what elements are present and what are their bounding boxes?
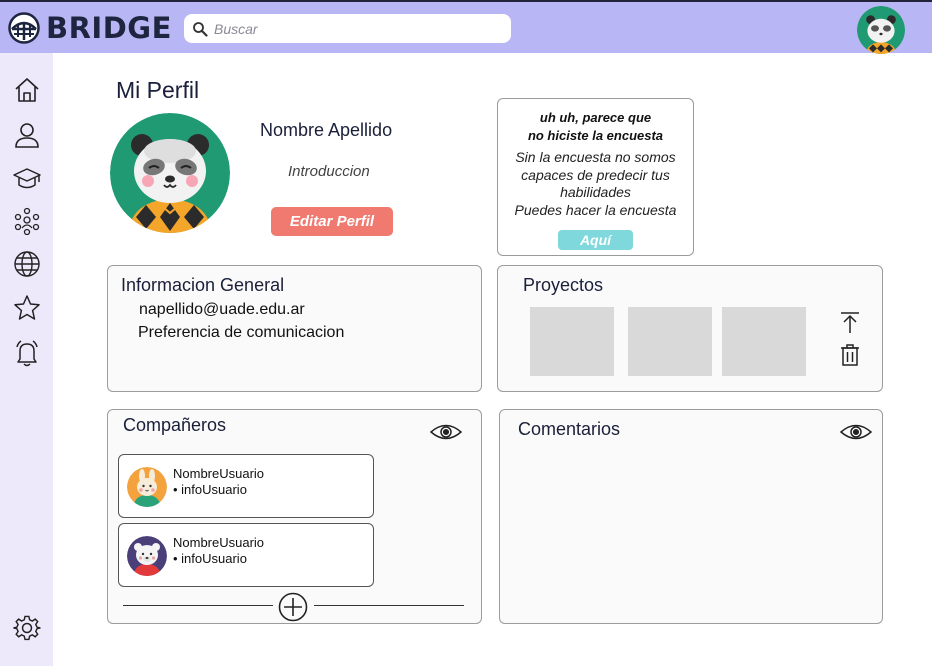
top-bar: BRIDGE (0, 0, 932, 54)
projects-card: Proyectos (497, 265, 883, 392)
survey-body-line3: habilidades (560, 184, 631, 200)
classmate-name: NombreUsuario (173, 466, 265, 481)
eye-icon[interactable] (840, 422, 872, 442)
classmates-card: Compañeros NombreUsuario • infoUsuario N… (107, 409, 482, 624)
trash-icon[interactable] (838, 343, 862, 367)
survey-title-line1: uh uh, parece que (539, 110, 652, 125)
classmate-card[interactable]: NombreUsuario • infoUsuario (118, 523, 374, 587)
profile-intro: Introduccion (288, 163, 370, 180)
add-classmate-button[interactable] (278, 592, 308, 622)
divider-left (123, 605, 273, 606)
people-network-icon (14, 207, 40, 235)
classmates-title: Compañeros (123, 415, 227, 435)
gear-icon (13, 615, 41, 641)
comments-card: Comentarios (499, 409, 883, 624)
communication-preference: Preferencia de comunicacion (138, 324, 345, 341)
panda-avatar-icon (110, 113, 230, 233)
email-text: napellido@uade.edu.ar (139, 301, 305, 318)
page-title: Mi Perfil (116, 77, 200, 103)
bunny-avatar (127, 467, 167, 507)
survey-title-line2: no hiciste la encuesta (527, 128, 664, 143)
comments-title: Comentarios (518, 419, 621, 439)
globe-icon (14, 251, 40, 277)
settings-button[interactable] (12, 613, 42, 643)
classmate-card[interactable]: NombreUsuario • infoUsuario (118, 454, 374, 518)
info-general-card: Informacion General napellido@uade.edu.a… (107, 265, 482, 392)
edit-profile-button[interactable]: Editar Perfil (271, 207, 393, 236)
search-bar[interactable] (184, 14, 511, 43)
home-icon (15, 78, 39, 102)
profile-avatar (110, 113, 230, 233)
polar-bear-avatar-icon (127, 536, 167, 576)
polar-bear-avatar (127, 536, 167, 576)
survey-body-line4: Puedes hacer la encuesta (514, 201, 677, 218)
survey-body-line1: Sin la encuesta no somos (515, 149, 676, 165)
brand-logo[interactable]: BRIDGE (8, 11, 172, 45)
bunny-avatar-icon (127, 467, 167, 507)
sidebar-item-notifications[interactable] (12, 338, 42, 368)
sidebar-item-profile[interactable] (12, 120, 42, 150)
upload-icon[interactable] (838, 311, 862, 335)
sidebar-item-home[interactable] (12, 75, 42, 105)
bell-icon (16, 340, 38, 367)
project-thumbnail[interactable] (530, 307, 614, 376)
sidebar-item-courses[interactable] (12, 163, 42, 193)
graduation-cap-icon (13, 168, 41, 189)
survey-card: uh uh, parece que no hiciste la encuesta… (497, 98, 694, 256)
panda-avatar-icon (857, 6, 905, 54)
sidebar (0, 53, 53, 666)
classmate-info: • infoUsuario (173, 551, 247, 566)
user-avatar-button[interactable] (857, 6, 905, 54)
brand-name: BRIDGE (46, 11, 172, 45)
star-icon (14, 295, 40, 320)
user-icon (15, 123, 39, 148)
project-thumbnail[interactable] (628, 307, 712, 376)
survey-body-line2: capaces de predecir tus (521, 166, 670, 183)
search-icon (193, 21, 208, 37)
project-thumbnail[interactable] (722, 307, 806, 376)
profile-name: Nombre Apellido (260, 120, 393, 140)
classmate-info: • infoUsuario (173, 482, 247, 497)
classmate-name: NombreUsuario (173, 535, 265, 550)
info-general-title: Informacion General (121, 275, 285, 295)
search-input[interactable] (214, 20, 494, 37)
bridge-logo-icon (8, 12, 40, 44)
projects-title: Proyectos (523, 275, 604, 295)
eye-icon[interactable] (430, 422, 462, 442)
sidebar-item-community[interactable] (12, 206, 42, 236)
sidebar-item-favorites[interactable] (12, 293, 42, 323)
divider-right (314, 605, 464, 606)
sidebar-item-explore[interactable] (12, 249, 42, 279)
take-survey-button[interactable]: Aquí (558, 230, 633, 250)
